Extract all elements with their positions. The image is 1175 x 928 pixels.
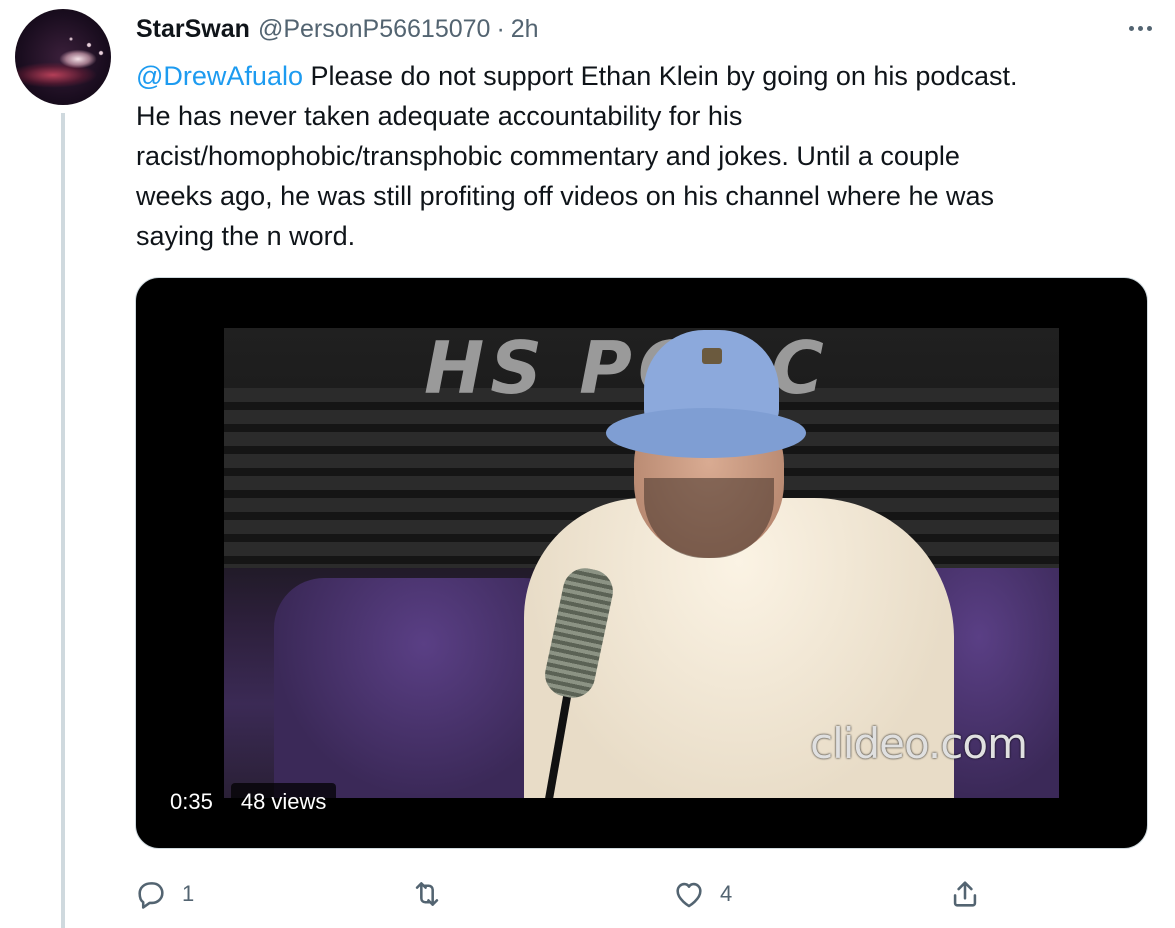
- video-views: 48 views: [230, 783, 337, 821]
- video-hat-brim: [606, 408, 806, 458]
- tweet-text-line-5: saying the n word.: [136, 221, 356, 251]
- video-duration: 0:35: [160, 783, 223, 821]
- tweet-text-line-4: weeks ago, he was still profiting off vi…: [136, 181, 994, 211]
- reply-icon: [138, 882, 164, 909]
- reply-button[interactable]: 1: [134, 872, 194, 916]
- share-icon: [953, 881, 977, 907]
- video-watermark: clideo.com: [810, 719, 1028, 768]
- tweet-actions: 1 4: [0, 872, 1175, 916]
- author-name[interactable]: StarSwan: [136, 15, 250, 44]
- thread-line: [61, 113, 65, 928]
- tweet-text-line-2: He has never taken adequate accountabili…: [136, 101, 743, 131]
- tweet-text-line-3: racist/homophobic/transphobic commentary…: [136, 141, 960, 171]
- retweet-button[interactable]: [410, 872, 458, 916]
- video-hat-patch: [702, 348, 722, 364]
- tweet-header: StarSwan @PersonP56615070 · 2h: [136, 12, 539, 46]
- share-button[interactable]: [948, 872, 982, 916]
- reply-count: 1: [182, 881, 195, 906]
- heart-icon: [676, 882, 702, 908]
- tweet-text-line-1: Please do not support Ethan Klein by goi…: [302, 61, 1018, 91]
- separator-dot: ·: [496, 14, 505, 43]
- video-badge: 0:35 48 views: [160, 782, 337, 822]
- tweet-text: @DrewAfualo Please do not support Ethan …: [136, 56, 1146, 256]
- avatar[interactable]: [15, 9, 111, 105]
- mention-link[interactable]: @DrewAfualo: [136, 61, 303, 91]
- like-count: 4: [720, 881, 733, 906]
- author-handle[interactable]: @PersonP56615070: [258, 15, 491, 44]
- video-player[interactable]: HS PODC clideo.com 0:35 48 views: [135, 277, 1148, 849]
- like-button[interactable]: 4: [672, 872, 732, 916]
- tweet-time[interactable]: 2h: [511, 15, 539, 44]
- retweet-icon: [415, 882, 439, 906]
- video-frame[interactable]: HS PODC clideo.com: [224, 328, 1059, 798]
- more-dots-icon[interactable]: [1123, 20, 1157, 36]
